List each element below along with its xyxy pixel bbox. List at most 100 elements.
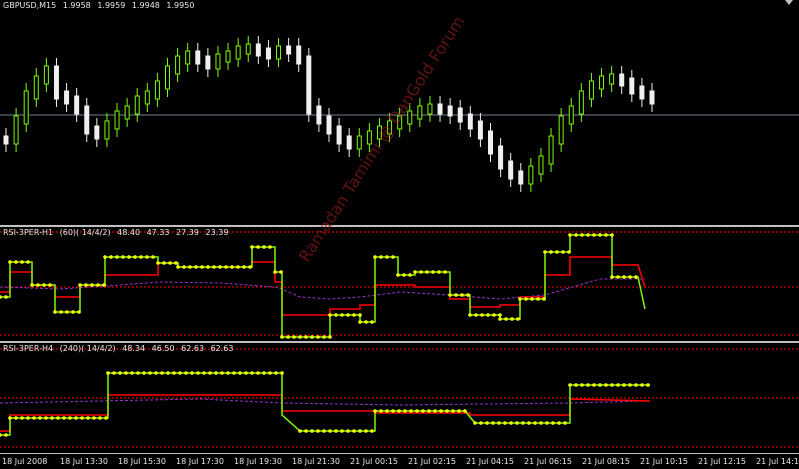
candle-body xyxy=(518,170,524,185)
rsi-dot xyxy=(616,383,620,387)
rsi-dot xyxy=(358,313,362,317)
candle-body xyxy=(346,135,352,150)
rsi-dot xyxy=(486,313,490,317)
rsi-dot xyxy=(568,383,572,387)
rsi-dot xyxy=(280,371,284,375)
rsi-dot xyxy=(238,371,242,375)
rsi-dot xyxy=(310,429,314,433)
rsi-dot xyxy=(415,409,419,413)
indicator-h4-value-4: 62.63 xyxy=(210,344,234,353)
rsi-dot xyxy=(604,383,608,387)
candle-body xyxy=(245,43,251,55)
time-axis: 18 Jul 2008 18 Jul 13:30 18 Jul 15:30 18 Ju… xyxy=(0,453,799,469)
candle-body xyxy=(175,55,181,75)
rsi-dot xyxy=(133,255,137,259)
rsi-dot xyxy=(340,429,344,433)
rsi-dot xyxy=(142,371,146,375)
rsi-dot xyxy=(118,371,122,375)
rsi-dot xyxy=(322,429,326,433)
candle-body xyxy=(356,135,362,150)
indicator-h1-params: (60)( 14/4/2) xyxy=(59,228,111,237)
rsi-dot xyxy=(396,273,400,277)
rsi-dot xyxy=(160,371,164,375)
rsi-dot xyxy=(515,421,519,425)
rsi-dot xyxy=(413,270,417,274)
rsi-dot xyxy=(340,313,344,317)
candle-body xyxy=(649,90,655,105)
candle-body xyxy=(538,155,544,175)
rsi-dot xyxy=(574,233,578,237)
candle-body xyxy=(488,130,493,155)
ohlc-high: 1.9959 xyxy=(97,1,126,10)
indicator-h4-pane[interactable]: RSI-3PER-H4 (240)( 14/4/2) 48.34 46.50 6… xyxy=(0,343,799,453)
rsi-dot xyxy=(408,273,412,277)
rsi-dot xyxy=(53,310,57,314)
candle-body xyxy=(437,103,443,115)
candle-body xyxy=(588,80,594,100)
rsi-dot xyxy=(492,313,496,317)
rsi-dot xyxy=(379,409,383,413)
rsi-dot xyxy=(567,250,571,254)
indicator-h1-pane[interactable]: RSI-3PER-H1 (60)( 14/4/2) 48.40 47.33 27… xyxy=(0,227,799,341)
rsi-dot xyxy=(460,293,464,297)
rsi-dot xyxy=(115,255,119,259)
rsi-dot xyxy=(539,421,543,425)
candle-body xyxy=(3,135,9,145)
candle-body xyxy=(467,113,473,130)
rsi-dot xyxy=(112,371,116,375)
rsi-dot xyxy=(527,421,531,425)
rsi-dot xyxy=(298,335,302,339)
candle-body xyxy=(609,73,615,85)
rsi-dot xyxy=(59,310,63,314)
rsi-dot xyxy=(518,297,522,301)
rsi-dot xyxy=(448,293,452,297)
rsi-dot xyxy=(232,371,236,375)
rsi-dot xyxy=(304,429,308,433)
rsi-dot xyxy=(250,371,254,375)
candle-body xyxy=(286,45,292,55)
rsi-dot xyxy=(206,265,210,269)
time-axis-label: 21 Jul 08:15 xyxy=(582,457,630,466)
rsi-dot xyxy=(151,255,155,259)
rsi-dot xyxy=(551,421,555,425)
rsi-dot xyxy=(397,409,401,413)
candle-body xyxy=(84,105,90,135)
rsi-dot xyxy=(102,283,106,287)
candle-body xyxy=(13,115,19,145)
rsi-dot xyxy=(592,233,596,237)
rsi-dot xyxy=(224,265,228,269)
candle-body xyxy=(629,77,635,95)
ohlc-open: 1.9958 xyxy=(62,1,91,10)
rsi-dot xyxy=(431,270,435,274)
rsi-dot xyxy=(4,433,8,437)
rsi-dot xyxy=(14,416,18,420)
rsi-dot xyxy=(26,416,30,420)
rsi-dot xyxy=(497,421,501,425)
rsi-dot xyxy=(646,383,650,387)
rsi-dot xyxy=(304,335,308,339)
rsi-dot xyxy=(109,255,113,259)
rsi-dot xyxy=(188,265,192,269)
rsi-dot xyxy=(328,429,332,433)
rsi-dot xyxy=(86,416,90,420)
rsi-dot xyxy=(346,429,350,433)
rsi-dot xyxy=(77,310,81,314)
rsi-dot xyxy=(536,297,540,301)
candle-body xyxy=(276,45,282,60)
rsi-dot xyxy=(286,335,290,339)
signal-line xyxy=(0,394,651,432)
rsi-dot xyxy=(549,250,553,254)
indicator-h1-label: RSI-3PER-H1 (60)( 14/4/2) 48.40 47.33 27… xyxy=(3,228,232,237)
candle-body xyxy=(74,95,80,115)
rsi-dot xyxy=(503,421,507,425)
time-axis-label: 21 Jul 12:15 xyxy=(698,457,746,466)
rsi-dot xyxy=(628,275,632,279)
symbol-label: GBPUSD,M15 xyxy=(3,1,57,10)
candle-body xyxy=(104,120,110,140)
candle-body xyxy=(205,55,211,70)
indicator-h4-params: (240)( 14/4/2) xyxy=(59,344,116,353)
rsi-dot xyxy=(451,409,455,413)
rsi-dot xyxy=(419,270,423,274)
price-chart-label: GBPUSD,M15 1.9958 1.9959 1.9948 1.9950 xyxy=(3,1,198,10)
rsi-dot xyxy=(346,313,350,317)
